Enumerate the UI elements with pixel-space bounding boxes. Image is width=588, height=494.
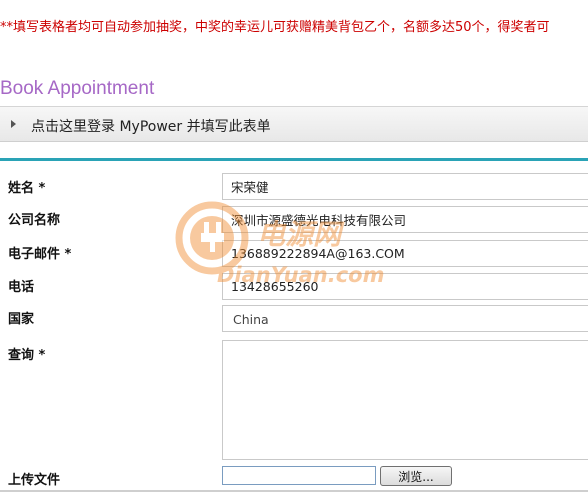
name-label: 姓名 *	[8, 181, 46, 196]
login-bar[interactable]: 点击这里登录 MyPower 并填写此表单	[0, 106, 588, 142]
bottom-divider	[0, 490, 588, 492]
upload-label: 上传文件	[8, 473, 61, 488]
phone-label: 电话	[8, 280, 35, 295]
country-select[interactable]: China	[222, 305, 588, 332]
page-title: Book Appointment	[0, 78, 155, 99]
expand-arrow-icon	[11, 120, 16, 128]
company-label: 公司名称	[8, 213, 61, 228]
login-bar-label: 点击这里登录 MyPower 并填写此表单	[31, 119, 271, 135]
name-field[interactable]	[222, 173, 588, 200]
country-label: 国家	[8, 312, 35, 327]
file-path-input[interactable]	[222, 466, 376, 485]
browse-button[interactable]: 浏览...	[380, 466, 452, 486]
country-select-value: China	[233, 312, 269, 327]
inquiry-textarea[interactable]	[222, 340, 588, 460]
email-field[interactable]	[222, 240, 588, 267]
company-field[interactable]	[222, 206, 588, 233]
phone-field[interactable]	[222, 273, 588, 300]
section-divider	[0, 158, 588, 161]
inquiry-label: 查询 *	[8, 348, 46, 363]
email-label: 电子邮件 *	[8, 247, 72, 262]
promo-notice: **填写表格者均可自动参加抽奖，中奖的幸运儿可获赠精美背包乙个，名额多达50个，…	[0, 20, 550, 35]
